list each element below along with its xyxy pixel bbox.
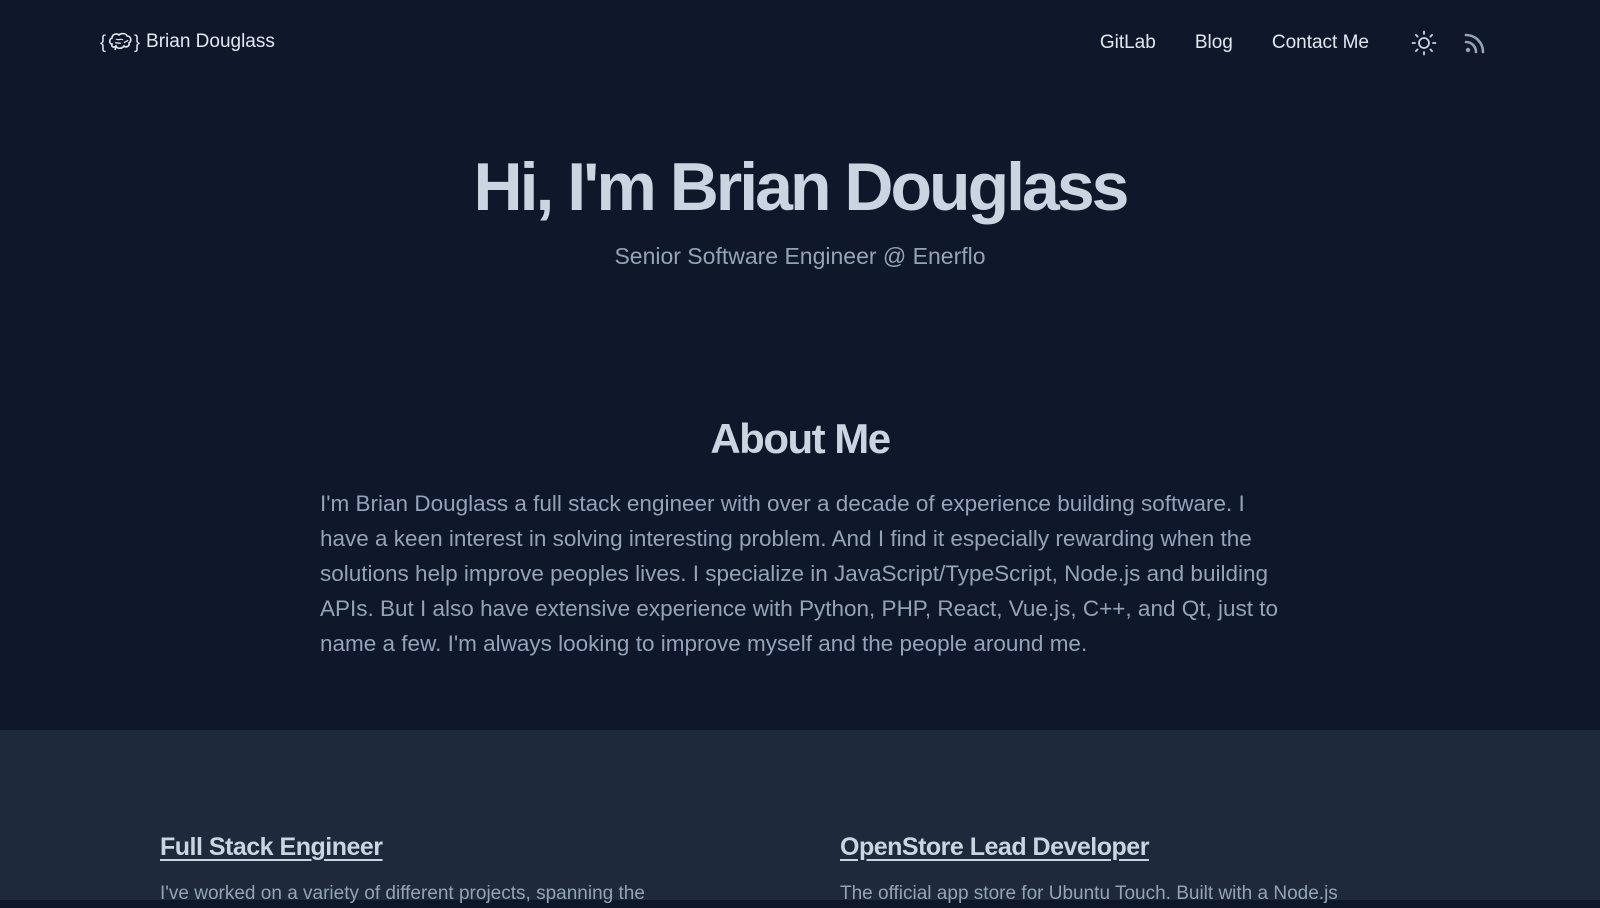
projects-section: Full Stack Engineer I've worked on a var… — [0, 730, 1600, 904]
about-text: I'm Brian Douglass a full stack engineer… — [320, 491, 1279, 656]
hero-title: Hi, I'm Brian Douglass — [473, 149, 1130, 225]
nav-link-gitlab[interactable]: GitLab — [1100, 32, 1156, 54]
nav-link-blog[interactable]: Blog — [1195, 32, 1233, 54]
brand-link[interactable]: { } Brian Douglass — [100, 31, 275, 53]
project-card: OpenStore Lead Developer The official ap… — [840, 833, 1360, 908]
main-nav: GitLab Blog Contact Me — [1061, 30, 1488, 56]
rss-icon — [1464, 33, 1485, 54]
site-header: { } Brian Douglass GitLab Blog Contact M… — [0, 0, 1600, 90]
project-card: Full Stack Engineer I've worked on a var… — [160, 833, 680, 908]
nav-link-contact[interactable]: Contact Me — [1272, 32, 1369, 54]
project-link-full-stack[interactable]: Full Stack Engineer — [160, 833, 383, 861]
sun-icon — [1411, 30, 1437, 56]
project-description: The official app store for Ubuntu Touch.… — [840, 883, 1338, 904]
logo-brace-close: } — [134, 31, 141, 52]
about-heading: About Me — [710, 415, 891, 462]
project-title: OpenStore Lead Developer — [840, 833, 1360, 862]
hero-subtitle: Senior Software Engineer @ Enerflo — [614, 243, 986, 269]
brand-name: Brian Douglass — [146, 31, 275, 52]
project-title: Full Stack Engineer — [160, 833, 680, 862]
brand-logo: { } — [100, 32, 140, 53]
logo-brace-open: { — [100, 31, 107, 52]
theme-toggle-button[interactable] — [1411, 30, 1437, 56]
brain-icon — [108, 32, 132, 51]
project-description: I've worked on a variety of different pr… — [160, 883, 645, 904]
project-link-openstore[interactable]: OpenStore Lead Developer — [840, 833, 1149, 861]
rss-feed-button[interactable] — [1462, 30, 1488, 56]
